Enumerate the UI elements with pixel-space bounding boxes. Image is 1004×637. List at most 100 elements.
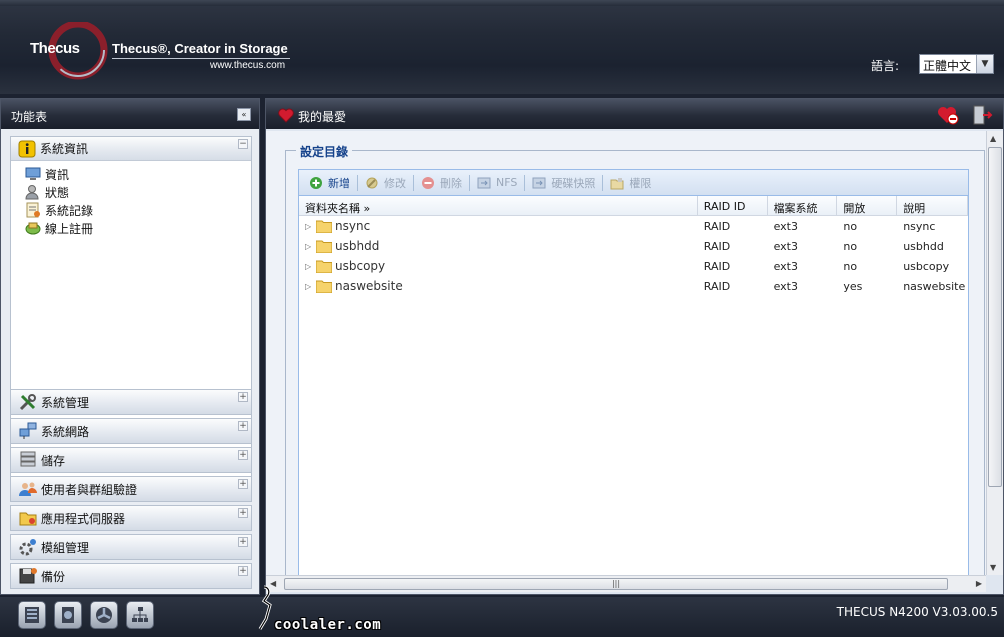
permission-icon — [610, 177, 624, 189]
fan-button[interactable] — [90, 601, 118, 629]
col-public[interactable]: 開放 — [837, 196, 898, 215]
menu-item-system-log[interactable]: 系統記錄 — [25, 201, 251, 219]
expand-arrow-icon[interactable]: ▷ — [305, 242, 313, 251]
accordion-system-network[interactable]: 系統網路 + — [10, 418, 252, 444]
slogan-divider — [112, 58, 290, 59]
network-status-icon — [132, 607, 148, 622]
expand-toggle[interactable]: + — [238, 421, 248, 431]
scroll-up-icon[interactable]: ▲ — [990, 134, 996, 143]
delete-button[interactable]: 刪除 — [417, 173, 466, 193]
accordion-label: 模組管理 — [41, 540, 90, 555]
expand-arrow-icon[interactable]: ▷ — [305, 282, 313, 291]
accordion-users-groups[interactable]: 使用者與群組驗證 + — [10, 476, 252, 502]
menu-item-label: 線上註冊 — [45, 221, 94, 236]
firmware-version: THECUS N4200 V3.03.00.5 — [836, 605, 998, 619]
expand-arrow-icon[interactable]: ▷ — [305, 262, 313, 271]
chevron-down-icon[interactable]: ▼ — [976, 55, 993, 73]
accordion-label: 系統資訊 — [40, 142, 89, 156]
user-status-icon — [25, 185, 39, 200]
folder-name: usbcopy — [335, 259, 386, 273]
description-cell: usbhdd — [903, 239, 944, 253]
folder-name: naswebsite — [335, 279, 403, 293]
table-row[interactable]: ▷ nsync RAID ext3 no nsync — [299, 216, 968, 236]
raid-id-cell: RAID — [703, 259, 731, 273]
public-cell: no — [843, 239, 858, 253]
col-filesystem[interactable]: 檔案系統 — [768, 196, 838, 215]
expand-toggle[interactable]: + — [238, 537, 248, 547]
filesystem-cell: ext3 — [773, 259, 798, 273]
edit-label: 修改 — [384, 176, 406, 190]
menu-item-info[interactable]: 資訊 — [25, 165, 251, 183]
menu-item-label: 資訊 — [45, 167, 70, 182]
watermark: coolaler.com — [246, 581, 406, 637]
public-cell: no — [843, 219, 858, 233]
raid-id-cell: RAID — [703, 219, 731, 233]
menu-item-status[interactable]: 狀態 — [25, 183, 251, 201]
folder-icon — [316, 260, 332, 273]
accordion-module-management[interactable]: 模組管理 + — [10, 534, 252, 560]
raid-id-cell: RAID — [703, 279, 731, 293]
info-icon — [18, 140, 36, 157]
accordion-system-management[interactable]: 系統管理 + — [10, 389, 252, 415]
accordion-app-server[interactable]: 應用程式伺服器 + — [10, 505, 252, 531]
filesystem-cell: ext3 — [773, 279, 798, 293]
edit-button[interactable]: 修改 — [361, 173, 410, 193]
accordion-backup[interactable]: 備份 + — [10, 563, 252, 589]
server-button[interactable] — [18, 601, 46, 629]
folder-name: nsync — [335, 219, 371, 233]
website-link[interactable]: www.thecus.com — [210, 60, 285, 71]
register-icon — [25, 222, 41, 235]
expand-toggle[interactable]: + — [238, 392, 248, 402]
table-row[interactable]: ▷ usbcopy RAID ext3 no usbcopy — [299, 256, 968, 276]
table-row[interactable]: ▷ usbhdd RAID ext3 no usbhdd — [299, 236, 968, 256]
folder-name: usbhdd — [335, 239, 380, 253]
tools-icon — [19, 394, 36, 411]
network-icon — [19, 422, 37, 439]
backup-icon — [19, 568, 37, 584]
col-folder-name[interactable]: 資料夾名稱 » — [299, 196, 698, 215]
snapshot-label: 硬碟快照 — [551, 176, 596, 190]
vertical-scrollbar[interactable]: ▲ ▼ — [986, 131, 1003, 575]
slogan: Thecus®, Creator in Storage — [112, 41, 288, 56]
nfs-button[interactable]: NFS — [473, 173, 521, 193]
network-status-button[interactable] — [126, 601, 154, 629]
fieldset-legend: 設定目錄 — [296, 143, 353, 160]
disk-button[interactable] — [54, 601, 82, 629]
language-select[interactable]: 正體中文 ▼ — [919, 54, 994, 74]
module-icon — [19, 539, 36, 556]
accordion-label: 備份 — [41, 569, 66, 584]
collapse-panel-button[interactable]: « — [237, 108, 251, 121]
remove-favorite-icon[interactable] — [937, 105, 959, 125]
vertical-scroll-thumb[interactable] — [988, 147, 1002, 487]
table-row[interactable]: ▷ naswebsite RAID ext3 yes naswebsite — [299, 276, 968, 296]
footer-bar: THECUS N4200 V3.03.00.5 — [0, 597, 1004, 637]
snapshot-button[interactable]: 硬碟快照 — [528, 173, 599, 193]
app-server-icon — [19, 512, 37, 526]
grid-toolbar: 新增 修改 刪除 NFS 硬碟快照 權限 — [299, 170, 968, 196]
log-icon — [26, 202, 40, 218]
public-cell: yes — [843, 279, 863, 293]
expand-toggle[interactable]: + — [238, 479, 248, 489]
expand-arrow-icon[interactable]: ▷ — [305, 222, 313, 231]
expand-toggle[interactable]: + — [238, 566, 248, 576]
logout-icon[interactable] — [971, 105, 993, 125]
accordion-header-system-info[interactable]: 系統資訊 − — [11, 137, 251, 161]
expand-toggle[interactable]: + — [238, 508, 248, 518]
scroll-right-icon[interactable]: ▶ — [976, 579, 982, 588]
expand-toggle[interactable]: + — [238, 450, 248, 460]
watermark-text: coolaler.com — [274, 617, 382, 633]
menu-title-text: 功能表 — [11, 110, 48, 124]
toolbar-separator — [469, 174, 470, 191]
menu-item-online-register[interactable]: 線上註冊 — [25, 219, 251, 237]
scroll-down-icon[interactable]: ▼ — [990, 563, 996, 572]
permission-button[interactable]: 權限 — [606, 173, 655, 193]
collapse-toggle[interactable]: − — [238, 139, 248, 149]
raid-id-cell: RAID — [703, 239, 731, 253]
col-raid-id[interactable]: RAID ID — [698, 196, 768, 215]
toolbar-separator — [413, 174, 414, 191]
fan-icon — [96, 607, 112, 623]
add-button[interactable]: 新增 — [305, 173, 354, 193]
folder-grid: 新增 修改 刪除 NFS 硬碟快照 權限 資料夾名稱 » RAID ID 檔案系… — [298, 169, 969, 591]
accordion-storage[interactable]: 儲存 + — [10, 447, 252, 473]
col-description[interactable]: 說明 — [897, 196, 968, 215]
